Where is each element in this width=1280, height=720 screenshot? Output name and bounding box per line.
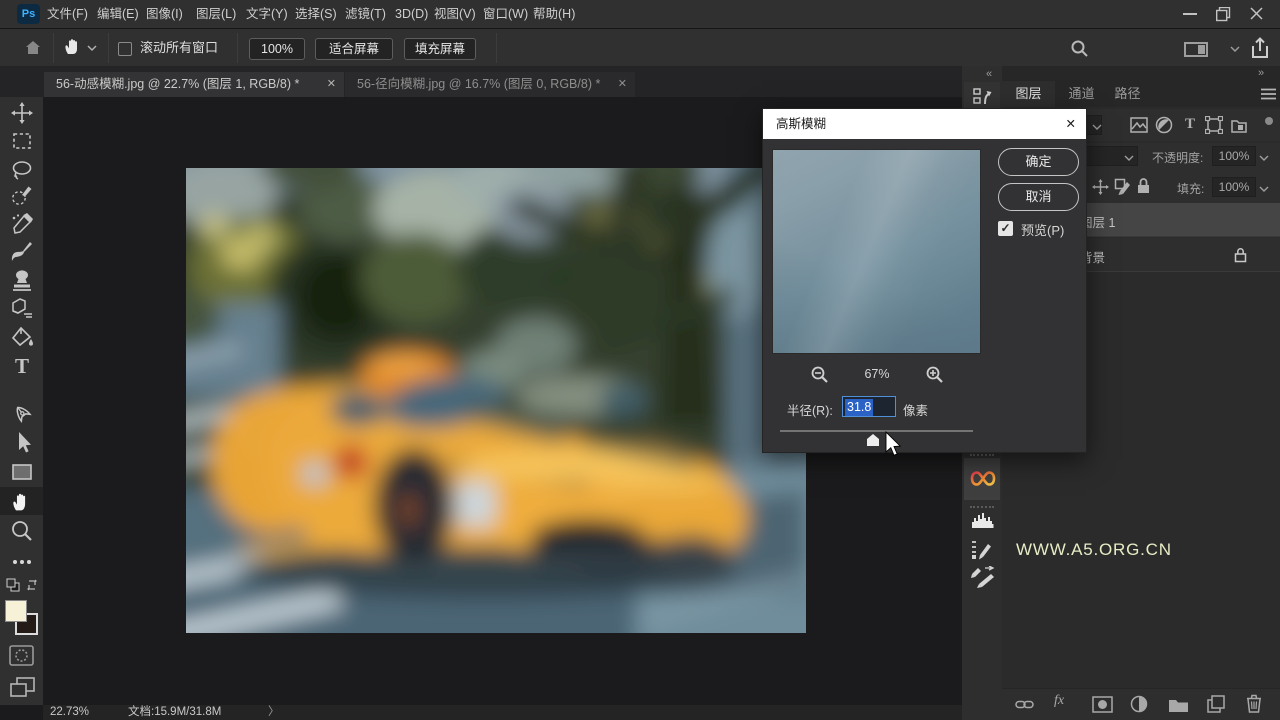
svg-text:T: T <box>15 354 29 378</box>
